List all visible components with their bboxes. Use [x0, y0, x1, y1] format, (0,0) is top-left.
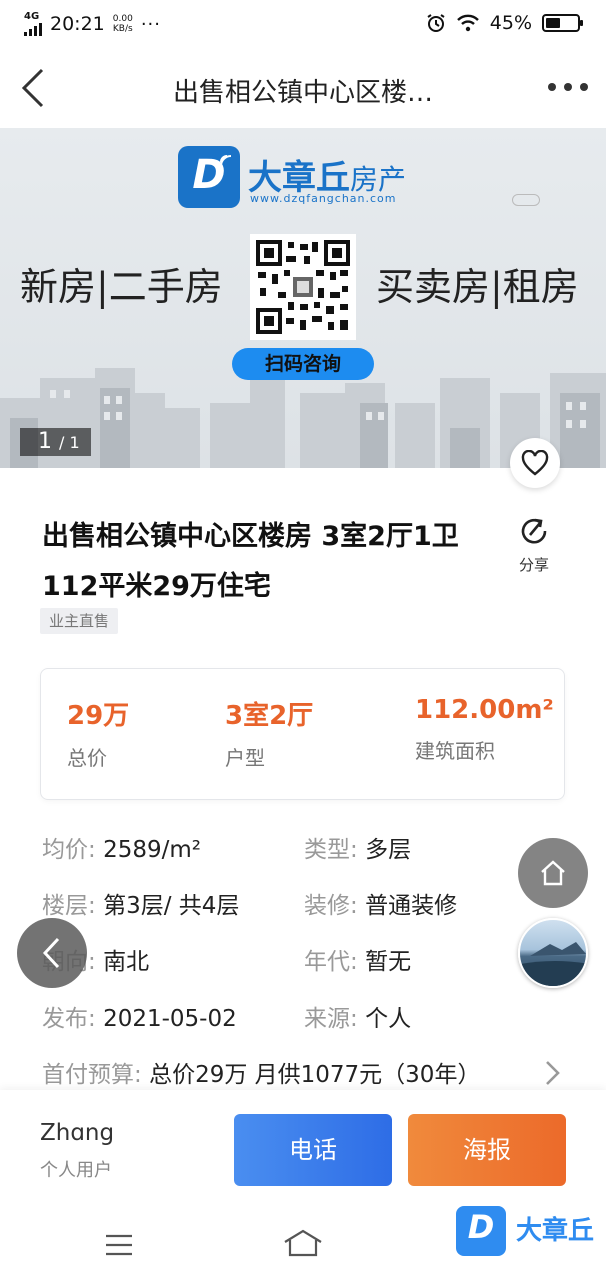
scan-consult-button[interactable]: 扫码咨询: [232, 348, 374, 380]
battery-icon: [542, 14, 583, 32]
brand-logo: D: [178, 146, 240, 208]
watermark-logo: D: [456, 1206, 506, 1256]
info-value: 暂无: [365, 949, 412, 975]
info-key: 装修:: [304, 893, 358, 919]
home-nav-icon[interactable]: [282, 1228, 324, 1258]
info-key: 年代:: [304, 949, 358, 975]
contact-role: 个人用户: [40, 1160, 112, 1181]
photo-counter: 1 / 1: [20, 428, 91, 456]
more-dot-icon: [548, 83, 556, 91]
info-value: 多层: [365, 837, 412, 863]
info-value: 2589/m²: [103, 837, 201, 863]
favorite-button[interactable]: [510, 438, 560, 488]
call-button[interactable]: 电话: [234, 1114, 392, 1186]
signal-indicator: 4G: [24, 12, 42, 36]
status-bar: 4G 20:21 0.00 KB/s ··· 45%: [0, 0, 606, 48]
stat-label: 户型: [225, 746, 265, 770]
key-stats-card: 29万 总价 3室2厅 户型 112.00m² 建筑面积: [40, 668, 565, 800]
chevron-right-icon[interactable]: [542, 1058, 562, 1088]
info-floor: 楼层: 第3层/ 共4层: [42, 886, 239, 920]
share-label: 分享: [518, 556, 549, 574]
status-right: 45%: [426, 12, 583, 34]
chevron-left-icon: [42, 937, 60, 969]
wifi-icon: [456, 14, 479, 32]
net-speed: 0.00 KB/s: [113, 14, 133, 34]
qr-code-icon: [256, 240, 350, 334]
listing-title: 出售相公镇中心区楼房 3室2厅1卫112平米29万住宅: [42, 521, 459, 602]
info-key: 楼层:: [42, 893, 96, 919]
back-float-button[interactable]: [17, 918, 87, 988]
info-value: 普通装修: [365, 893, 458, 919]
status-more: ···: [140, 13, 161, 35]
stat-total-price: 29万 总价: [67, 695, 129, 771]
stat-value: 3室2厅: [225, 701, 314, 731]
more-button[interactable]: [548, 72, 588, 102]
status-left: 4G 20:21 0.00 KB/s ···: [24, 12, 161, 36]
info-key: 首付预算:: [42, 1062, 142, 1088]
app-root: 4G 20:21 0.00 KB/s ··· 45% 出售相公镇中心区楼… D …: [0, 0, 606, 1280]
cloud-decoration: [512, 194, 540, 206]
stat-label: 建筑面积: [415, 739, 495, 763]
battery-fill: [546, 18, 560, 28]
info-publish-date: 发布: 2021-05-02: [42, 999, 237, 1033]
info-type: 类型: 多层: [304, 830, 411, 864]
share-icon: [521, 518, 547, 544]
listing-photo[interactable]: D 大章丘房产 www.dzqfangchan.com 新房|二手房 买卖房|租…: [0, 128, 606, 468]
info-key: 发布:: [42, 1006, 96, 1032]
system-nav-bar: D 大章丘: [0, 1206, 606, 1280]
banner-slogan-left: 新房|二手房: [20, 265, 223, 309]
home-icon: [541, 860, 565, 886]
agent-avatar-button[interactable]: [518, 918, 588, 988]
info-value: 2021-05-02: [103, 1006, 237, 1032]
contact-name: Zhɑng: [40, 1120, 115, 1146]
more-dot-icon: [564, 83, 572, 91]
stat-value: 29万: [67, 701, 130, 731]
contact-bar: Zhɑng 个人用户 电话 海报: [0, 1090, 606, 1210]
battery-percent: 45%: [489, 12, 532, 34]
info-key: 来源:: [304, 1006, 358, 1032]
stat-label: 总价: [67, 746, 107, 770]
owner-sale-tag: 业主直售: [40, 608, 119, 634]
info-decoration: 装修: 普通装修: [304, 886, 457, 920]
watermark-name: 大章丘: [516, 1216, 595, 1246]
watermark-letter: D: [467, 1208, 495, 1246]
net-speed-value: 0.00: [112, 14, 133, 24]
menu-icon[interactable]: [104, 1232, 134, 1258]
poster-button[interactable]: 海报: [408, 1114, 566, 1186]
stat-value: 112.00m²: [415, 695, 554, 725]
signal-waves-icon: [220, 155, 232, 167]
chevron-left-icon: [21, 68, 44, 108]
heart-icon: [521, 450, 549, 476]
info-key: 类型:: [304, 837, 358, 863]
info-source: 来源: 个人: [304, 999, 411, 1033]
info-year: 年代: 暂无: [304, 942, 411, 976]
info-value: 个人: [365, 1006, 412, 1032]
info-key: 均价:: [42, 837, 96, 863]
qr-code: [250, 234, 356, 340]
share-button[interactable]: 分享: [512, 514, 556, 575]
nav-bar: 出售相公镇中心区楼…: [0, 48, 606, 128]
banner-slogan-right: 买卖房|租房: [376, 265, 579, 309]
net-speed-unit: KB/s: [112, 24, 133, 34]
stat-layout: 3室2厅 户型: [225, 695, 313, 771]
photo-counter-total: / 1: [59, 433, 80, 452]
down-payment-row[interactable]: 首付预算: 总价29万 月供1077元（30年）: [42, 1055, 480, 1089]
page-title: 出售相公镇中心区楼…: [172, 78, 433, 108]
info-unit-price: 均价: 2589/m²: [42, 830, 201, 864]
alarm-icon: [427, 14, 445, 32]
info-value: 南北: [103, 949, 150, 975]
network-type: 4G: [24, 11, 40, 22]
signal-bars-icon: [24, 22, 42, 36]
info-value: 总价29万 月供1077元（30年）: [149, 1062, 481, 1088]
clock: 20:21: [50, 13, 105, 35]
info-value: 第3层/ 共4层: [103, 893, 240, 919]
back-button[interactable]: [14, 64, 54, 112]
home-float-button[interactable]: [518, 838, 588, 908]
more-dot-icon: [580, 83, 588, 91]
photo-counter-current: 1: [38, 429, 52, 454]
stat-area: 112.00m² 建筑面积: [415, 695, 554, 764]
landscape-avatar-image: [520, 942, 586, 986]
brand-url: www.dzqfangchan.com: [250, 192, 397, 205]
